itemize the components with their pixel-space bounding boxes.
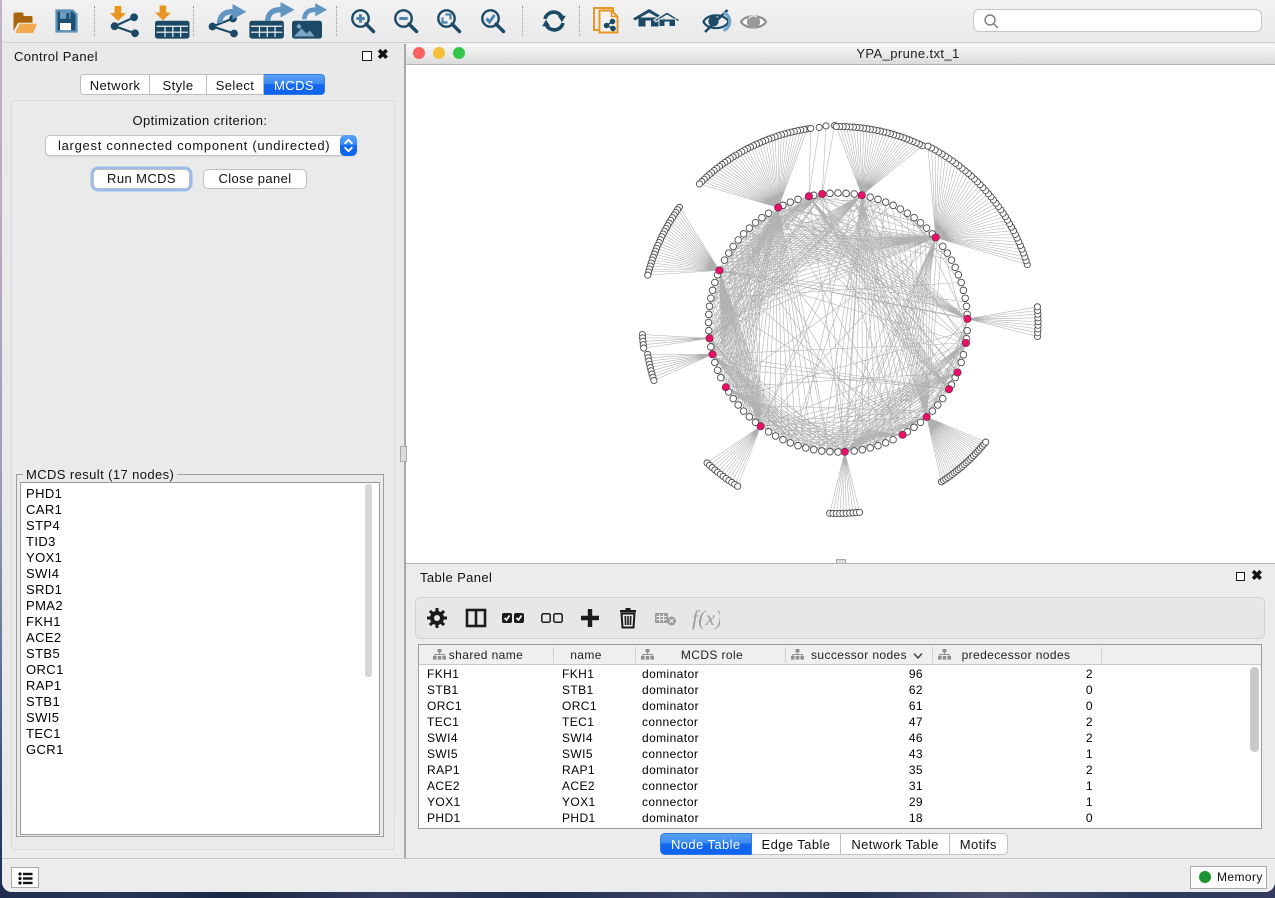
- svg-text:f(x): f(x): [692, 606, 720, 630]
